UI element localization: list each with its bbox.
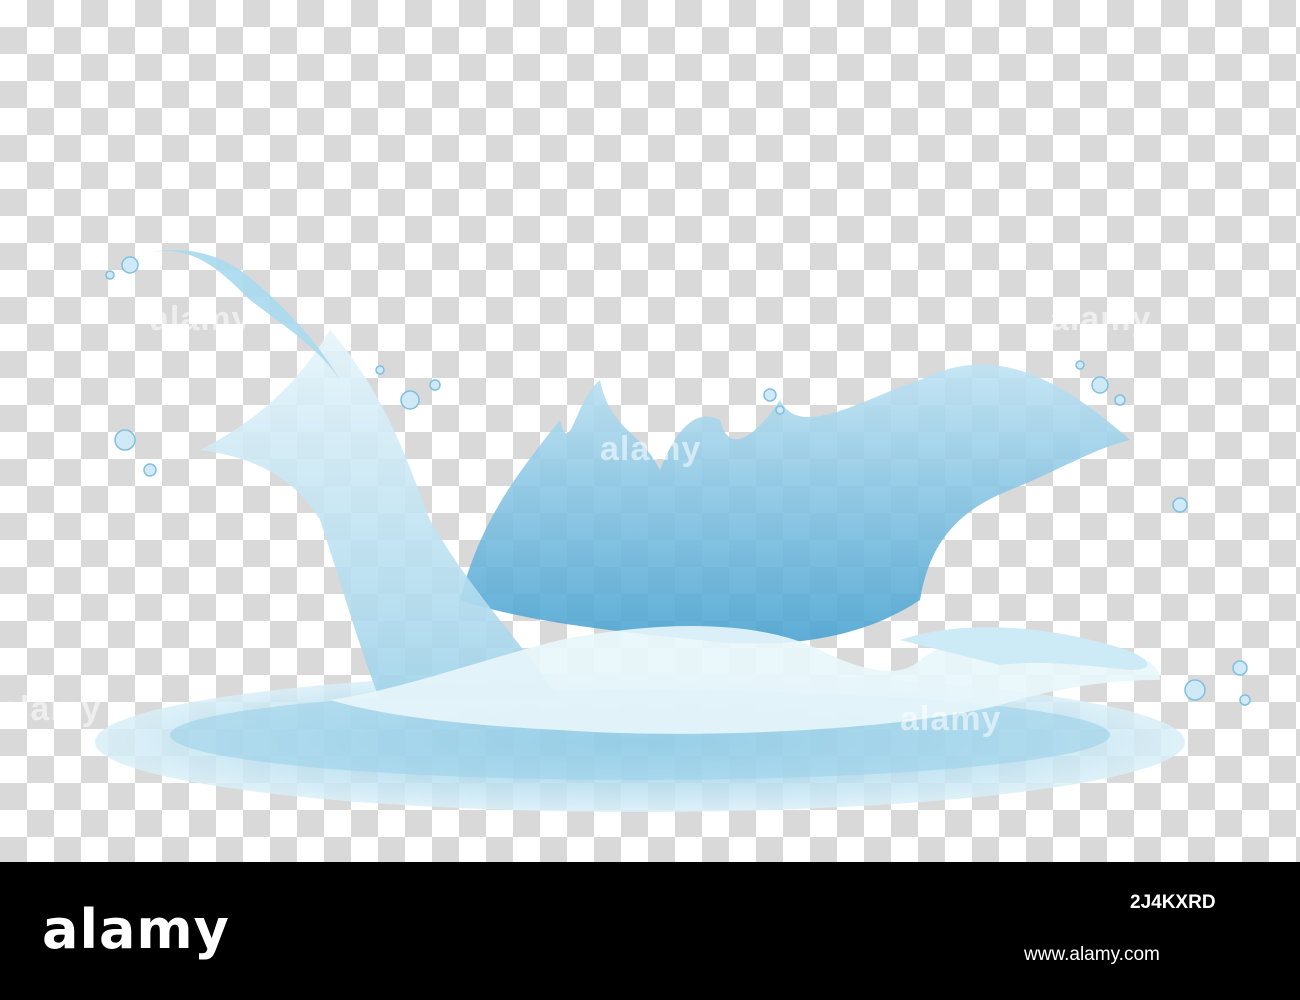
- watermark-text-4: alamy: [0, 690, 102, 728]
- watermark-text-2: alamy: [1050, 300, 1152, 338]
- watermark-text-1: alamy: [150, 300, 252, 338]
- image-id: 2J4KXRD: [1130, 892, 1216, 913]
- splash-crown-back: [460, 364, 1130, 644]
- alamy-logo: alamy: [42, 898, 230, 961]
- watermark-text-3: alamy: [600, 430, 702, 468]
- watermark-text-5: alamy: [900, 700, 1002, 738]
- site-url: www.alamy.com: [1024, 944, 1160, 965]
